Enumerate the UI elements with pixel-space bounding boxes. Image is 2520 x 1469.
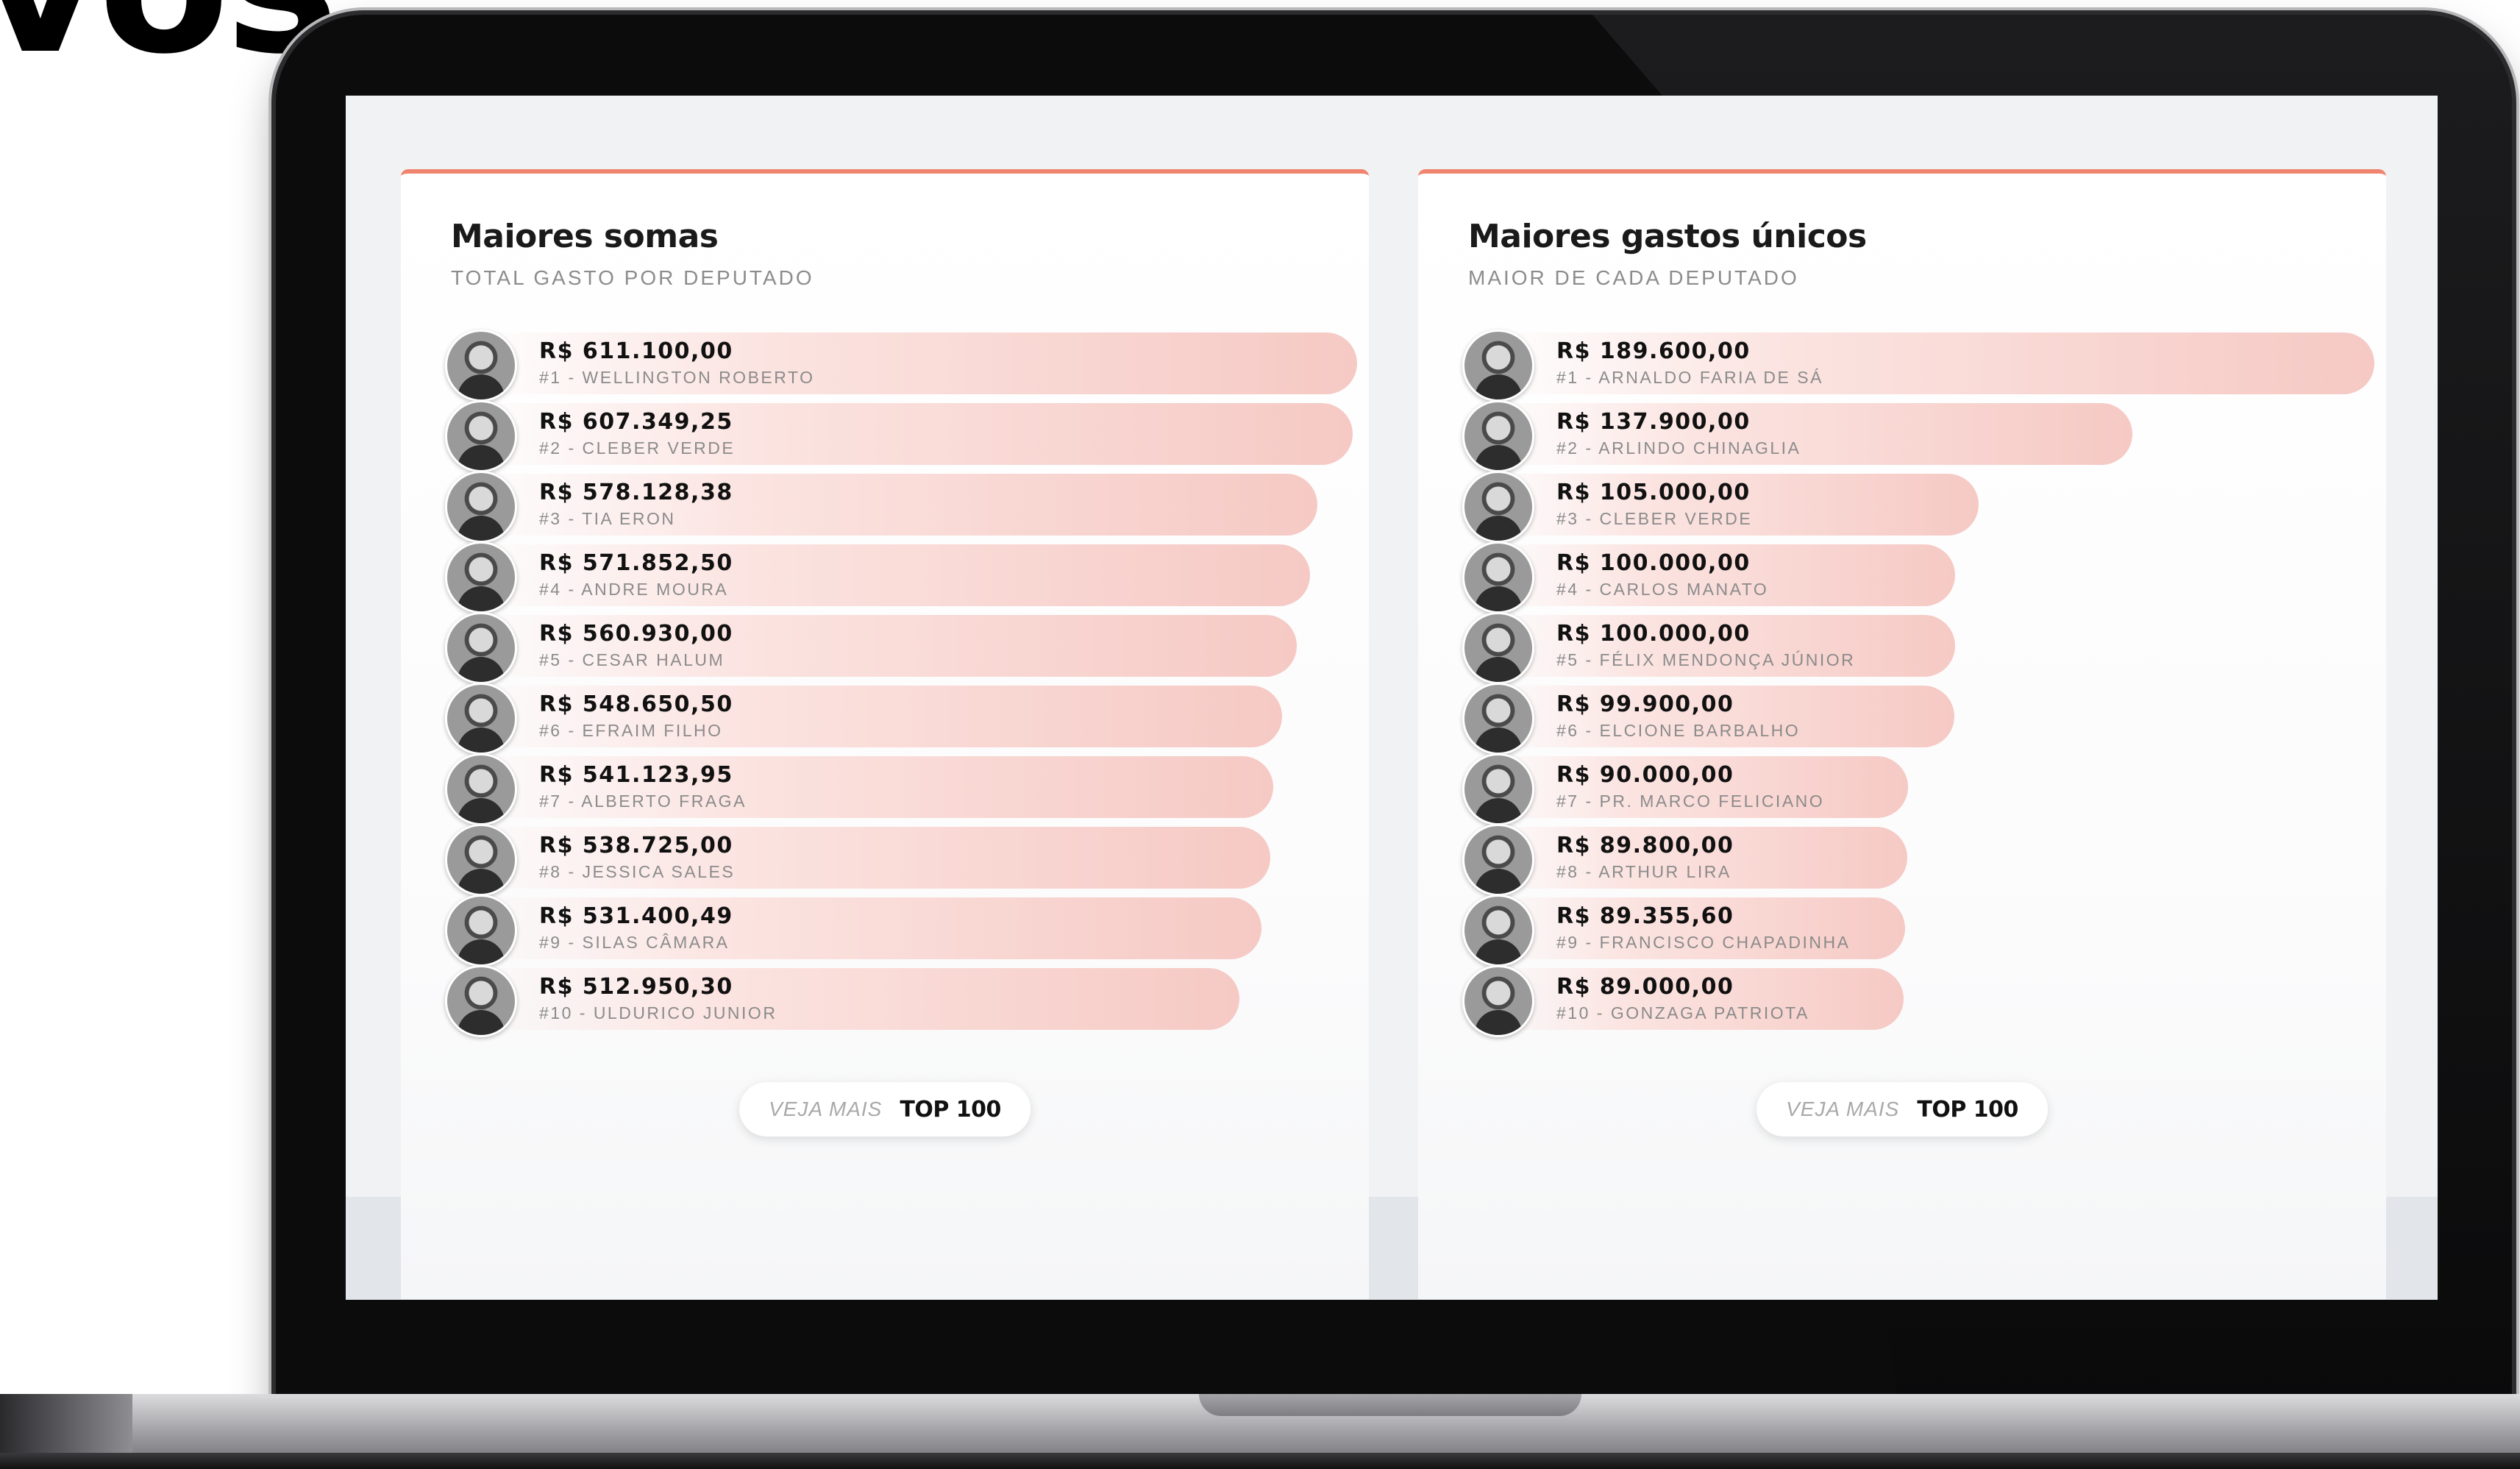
amount-value: R$ 89.355,60	[1556, 903, 1734, 929]
deputy-avatar	[445, 753, 517, 825]
see-more-label: VEJA MAIS	[1786, 1098, 1900, 1120]
top100-label: TOP 100	[900, 1096, 1001, 1123]
deputy-avatar	[445, 471, 517, 543]
deputy-avatar	[1462, 330, 1534, 402]
amount-value: R$ 531.400,49	[539, 903, 733, 929]
deputy-avatar	[1462, 753, 1534, 825]
deputy-name-label: #5 - FÉLIX MENDONÇA JÚNIOR	[1556, 650, 1856, 669]
deputy-name-label: #7 - ALBERTO FRAGA	[539, 792, 747, 811]
ranking-row[interactable]: R$ 99.900,00 #6 - ELCIONE BARBALHO	[1462, 681, 2374, 755]
amount-value: R$ 89.800,00	[1556, 833, 1734, 858]
deputy-name-label: #1 - ARNALDO FARIA DE SÁ	[1556, 368, 1823, 387]
laptop-hinge-notch	[1199, 1394, 1581, 1416]
amount-value: R$ 541.123,95	[539, 762, 733, 788]
ranking-row[interactable]: R$ 100.000,00 #5 - FÉLIX MENDONÇA JÚNIOR	[1462, 611, 2374, 684]
panel-maiores-gastos-unicos: Maiores gastos únicos MAIOR DE CADA DEPU…	[1418, 169, 2386, 1299]
ranking-list: R$ 611.100,00 #1 - WELLINGTON ROBERTO R$ 6…	[445, 328, 1357, 1037]
amount-value: R$ 100.000,00	[1556, 550, 1751, 576]
deputy-name-label: #9 - FRANCISCO CHAPADINHA	[1556, 933, 1851, 952]
deputy-name-label: #10 - ULDURICO JUNIOR	[539, 1003, 777, 1022]
amount-value: R$ 189.600,00	[1556, 338, 1751, 364]
deputy-avatar	[445, 894, 517, 967]
deputy-avatar	[445, 541, 517, 613]
ranking-row[interactable]: R$ 531.400,49 #9 - SILAS CÂMARA	[445, 893, 1357, 967]
deputy-name-label: #8 - ARTHUR LIRA	[1556, 862, 1731, 881]
deputy-avatar	[1462, 824, 1534, 896]
ranking-row[interactable]: R$ 189.600,00 #1 - ARNALDO FARIA DE SÁ	[1462, 328, 2374, 402]
ranking-row[interactable]: R$ 578.128,38 #3 - TIA ERON	[445, 469, 1357, 543]
deputy-avatar	[1462, 400, 1534, 472]
see-more-top100-button[interactable]: VEJA MAIS TOP 100	[739, 1082, 1031, 1137]
amount-value: R$ 137.900,00	[1556, 409, 1751, 435]
deputy-name-label: #7 - PR. MARCO FELICIANO	[1556, 792, 1825, 811]
amount-value: R$ 538.725,00	[539, 833, 733, 858]
amount-value: R$ 607.349,25	[539, 409, 733, 435]
amount-value: R$ 100.000,00	[1556, 621, 1751, 647]
amount-value: R$ 571.852,50	[539, 550, 733, 576]
ranking-row[interactable]: R$ 607.349,25 #2 - CLEBER VERDE	[445, 399, 1357, 472]
deputy-name-label: #2 - ARLINDO CHINAGLIA	[1556, 438, 1801, 458]
amount-value: R$ 578.128,38	[539, 480, 733, 505]
deputy-name-label: #6 - ELCIONE BARBALHO	[1556, 721, 1801, 740]
amount-value: R$ 105.000,00	[1556, 480, 1751, 505]
deputy-avatar	[1462, 683, 1534, 755]
ranking-row[interactable]: R$ 538.725,00 #8 - JESSICA SALES	[445, 822, 1357, 896]
panel-subtitle: TOTAL GASTO POR DEPUTADO	[451, 266, 814, 289]
ranking-row[interactable]: R$ 89.355,60 #9 - FRANCISCO CHAPADINHA	[1462, 893, 2374, 967]
deputy-avatar	[445, 824, 517, 896]
ranking-row[interactable]: R$ 90.000,00 #7 - PR. MARCO FELICIANO	[1462, 752, 2374, 825]
panel-maiores-somas: Maiores somas TOTAL GASTO POR DEPUTADO R…	[401, 169, 1369, 1299]
amount-value: R$ 99.900,00	[1556, 691, 1734, 717]
deputy-name-label: #8 - JESSICA SALES	[539, 862, 736, 881]
laptop-screen: Maiores somas TOTAL GASTO POR DEPUTADO R…	[346, 96, 2438, 1300]
deputy-avatar	[1462, 541, 1534, 613]
amount-value: R$ 548.650,50	[539, 691, 733, 717]
ranking-row[interactable]: R$ 89.000,00 #10 - GONZAGA PATRIOTA	[1462, 964, 2374, 1037]
deputy-avatar	[445, 400, 517, 472]
deputy-avatar	[1462, 894, 1534, 967]
deputy-name-label: #4 - ANDRE MOURA	[539, 580, 729, 599]
amount-value: R$ 89.000,00	[1556, 974, 1734, 1000]
deputy-avatar	[445, 683, 517, 755]
deputy-name-label: #3 - TIA ERON	[539, 509, 676, 528]
laptop-base-shadow	[0, 1453, 2520, 1469]
deputy-avatar	[1462, 471, 1534, 543]
deputy-name-label: #6 - EFRAIM FILHO	[539, 721, 723, 740]
deputy-name-label: #5 - CESAR HALUM	[539, 650, 725, 669]
deputy-name-label: #9 - SILAS CÂMARA	[539, 933, 730, 952]
panel-title: Maiores somas	[451, 218, 719, 255]
amount-value: R$ 560.930,00	[539, 621, 733, 647]
panel-subtitle: MAIOR DE CADA DEPUTADO	[1468, 266, 1799, 289]
deputy-name-label: #4 - CARLOS MANATO	[1556, 580, 1769, 599]
ranking-row[interactable]: R$ 512.950,30 #10 - ULDURICO JUNIOR	[445, 964, 1357, 1037]
deputy-name-label: #3 - CLEBER VERDE	[1556, 509, 1753, 528]
see-more-top100-button[interactable]: VEJA MAIS TOP 100	[1756, 1082, 2048, 1137]
amount-value: R$ 90.000,00	[1556, 762, 1734, 788]
ranking-row[interactable]: R$ 89.800,00 #8 - ARTHUR LIRA	[1462, 822, 2374, 896]
ranking-row[interactable]: R$ 548.650,50 #6 - EFRAIM FILHO	[445, 681, 1357, 755]
ranking-row[interactable]: R$ 571.852,50 #4 - ANDRE MOURA	[445, 540, 1357, 613]
deputy-name-label: #1 - WELLINGTON ROBERTO	[539, 368, 815, 387]
ranking-row[interactable]: R$ 541.123,95 #7 - ALBERTO FRAGA	[445, 752, 1357, 825]
top100-label: TOP 100	[1917, 1096, 2018, 1123]
amount-value: R$ 611.100,00	[539, 338, 733, 364]
ranking-row[interactable]: R$ 105.000,00 #3 - CLEBER VERDE	[1462, 469, 2374, 543]
deputy-name-label: #2 - CLEBER VERDE	[539, 438, 736, 458]
panel-title: Maiores gastos únicos	[1468, 218, 1867, 255]
ranking-list: R$ 189.600,00 #1 - ARNALDO FARIA DE SÁ R$ …	[1462, 328, 2374, 1037]
ranking-row[interactable]: R$ 137.900,00 #2 - ARLINDO CHINAGLIA	[1462, 399, 2374, 472]
ranking-row[interactable]: R$ 560.930,00 #5 - CESAR HALUM	[445, 611, 1357, 684]
deputy-avatar	[445, 965, 517, 1037]
deputy-avatar	[1462, 612, 1534, 684]
deputy-avatar	[445, 330, 517, 402]
see-more-label: VEJA MAIS	[769, 1098, 883, 1120]
deputy-avatar	[445, 612, 517, 684]
deputy-avatar	[1462, 965, 1534, 1037]
amount-value: R$ 512.950,30	[539, 974, 733, 1000]
deputy-name-label: #10 - GONZAGA PATRIOTA	[1556, 1003, 1809, 1022]
ranking-row[interactable]: R$ 100.000,00 #4 - CARLOS MANATO	[1462, 540, 2374, 613]
ranking-row[interactable]: R$ 611.100,00 #1 - WELLINGTON ROBERTO	[445, 328, 1357, 402]
